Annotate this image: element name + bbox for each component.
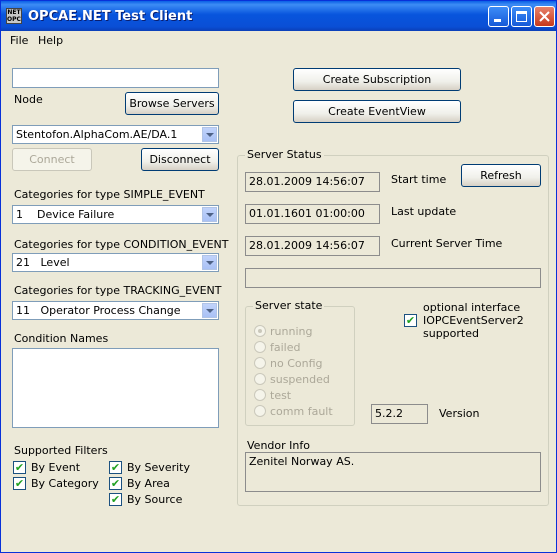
chevron-down-icon[interactable] [202,127,217,142]
node-label: Node [14,93,43,106]
maximize-icon [516,11,527,22]
supported-label: supported [423,327,479,340]
chevron-down-icon[interactable] [202,303,217,318]
condition-event-label: Categories for type CONDITION_EVENT [14,238,229,251]
filter-by-area-checkbox[interactable]: ✔ [109,477,122,490]
browse-servers-button[interactable]: Browse Servers [125,92,219,115]
app-icon: NET OPC [6,8,22,24]
tracking-event-select[interactable]: 11 Operator Process Change [12,301,219,320]
menu-bar: File Help [1,31,556,51]
filter-by-severity-label: By Severity [127,461,190,474]
disconnect-button[interactable]: Disconnect [141,148,219,171]
version-field: 5.2.2 [371,404,428,424]
title-bar[interactable]: NET OPC OPCAE.NET Test Client [1,1,556,31]
state-running-radio[interactable] [254,325,266,337]
condition-names-label: Condition Names [14,332,109,345]
menu-file[interactable]: File [10,34,28,47]
state-no-config-label: no Config [270,357,323,370]
chevron-down-icon[interactable] [202,207,217,222]
filter-by-event-label: By Event [31,461,81,474]
condition-event-value: 21 Level [16,256,70,269]
tracking-event-value: 11 Operator Process Change [16,304,181,317]
chevron-down-icon[interactable] [202,255,217,270]
connect-button[interactable]: Connect [12,148,92,171]
app-window: NET OPC OPCAE.NET Test Client File Help … [0,0,557,553]
menu-help[interactable]: Help [38,34,63,47]
server-state-title: Server state [253,299,325,312]
version-label: Version [439,407,480,420]
current-time-label: Current Server Time [391,237,503,250]
simple-event-value: 1 Device Failure [16,208,115,221]
state-suspended-label: suspended [270,373,330,386]
minimize-button[interactable] [488,6,509,27]
window-title: OPCAE.NET Test Client [28,9,193,24]
vendor-info-field: Zenitel Norway AS. [245,452,541,492]
refresh-button[interactable]: Refresh [461,164,541,187]
server-status-title: Server Status [245,148,324,161]
state-comm-fault-label: comm fault [270,405,333,418]
server-select[interactable]: Stentofon.AlphaCom.AE/DA.1 [12,125,219,144]
filter-by-category-checkbox[interactable]: ✔ [13,477,26,490]
last-update-field: 01.01.1601 01:00:00 [245,204,380,224]
interface-supported-checkbox[interactable]: ✔ [404,314,417,327]
state-comm-fault-radio[interactable] [254,405,266,417]
state-suspended-radio[interactable] [254,373,266,385]
start-time-label: Start time [391,173,447,186]
supported-filters-label: Supported Filters [14,444,108,457]
filter-by-event-checkbox[interactable]: ✔ [13,461,26,474]
minimize-icon [494,19,501,22]
condition-event-select[interactable]: 21 Level [12,253,219,272]
current-time-field: 28.01.2009 14:56:07 [245,236,380,256]
state-failed-radio[interactable] [254,341,266,353]
server-select-value: Stentofon.AlphaCom.AE/DA.1 [16,128,178,141]
optional-interface-label: optional interface [423,301,521,314]
state-no-config-radio[interactable] [254,357,266,369]
vendor-info-label: Vendor Info [247,439,310,452]
state-test-label: test [270,389,292,402]
filter-by-category-label: By Category [31,477,99,490]
close-icon [539,11,550,22]
condition-names-list[interactable] [12,348,219,428]
interface-name-label: IOPCEventServer2 [423,314,524,327]
state-failed-label: failed [270,341,301,354]
filter-by-area-label: By Area [127,477,170,490]
filter-by-severity-checkbox[interactable]: ✔ [109,461,122,474]
start-time-field: 28.01.2009 14:56:07 [245,172,380,192]
create-subscription-button[interactable]: Create Subscription [293,68,461,91]
simple-event-label: Categories for type SIMPLE_EVENT [14,188,205,201]
maximize-button[interactable] [511,6,532,27]
state-running-label: running [270,325,313,338]
simple-event-select[interactable]: 1 Device Failure [12,205,219,224]
tracking-event-label: Categories for type TRACKING_EVENT [14,284,222,297]
filter-by-source-label: By Source [127,493,183,506]
status-text-field [245,268,541,288]
node-input[interactable] [12,68,219,88]
filter-by-source-checkbox[interactable]: ✔ [109,493,122,506]
create-eventview-button[interactable]: Create EventView [293,100,461,123]
close-button[interactable] [534,6,555,27]
last-update-label: Last update [391,205,457,218]
state-test-radio[interactable] [254,389,266,401]
